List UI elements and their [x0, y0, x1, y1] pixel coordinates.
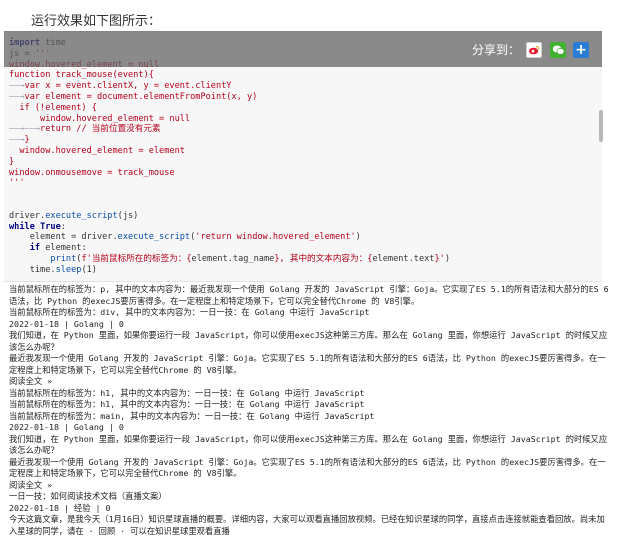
output-line: 当前鼠标所在的标签为：main, 其中的文本内容为：一日一技：在 Golang …	[9, 410, 375, 421]
code-line: ——→——→return // 当前位置没有元素	[9, 124, 602, 135]
code-token: ——→——→	[9, 124, 41, 135]
code-token: }, 其中的文本内容为：{	[274, 253, 373, 264]
weibo-icon[interactable]	[526, 42, 542, 58]
code-token: True	[40, 221, 61, 232]
code-token: f'当前鼠标所在的标签为：{	[81, 253, 192, 264]
code-token: sleep	[55, 264, 82, 275]
code-token: var x = event.clientX, y = event.clientY	[24, 81, 232, 92]
output-line: 今天这篇文章，是我今天（1月16日）知识星球直播的概要。详细内容，大家可以观看直…	[9, 514, 605, 536]
code-token: window.hovered_element = element	[9, 145, 185, 156]
code-line: time.sleep(1)	[9, 265, 602, 276]
output-line: 2022-01-18 | 经验 | 0	[9, 502, 111, 513]
python-code: import timejs = '''window.hovered_elemen…	[4, 32, 602, 276]
output-line: 2022-01-18 | Golang | 0	[9, 318, 124, 329]
code-token: element = driver.	[9, 232, 118, 243]
code-token: )	[355, 232, 361, 243]
code-line: function track_mouse(event){	[9, 70, 602, 81]
more-share-icon[interactable]: +	[573, 42, 589, 58]
output-line: 最近我发现一个使用 Golang 开发的 JavaScript 引擎：Goja。…	[9, 456, 606, 479]
output-line: 当前鼠标所在的标签为：div, 其中的文本内容为：一日一技：在 Golang 中…	[9, 307, 370, 317]
code-token: window.onmousemove = track_mouse	[9, 167, 175, 178]
code-line: ——→}	[9, 135, 602, 146]
code-token: }	[9, 156, 15, 167]
code-token: ——→	[9, 135, 25, 146]
output-line: 当前鼠标所在的标签为：p, 其中的文本内容为：最近我发现一个使用 Golang …	[9, 284, 609, 306]
share-label: 分享到：	[472, 43, 521, 57]
code-line: driver.execute_script(js)	[9, 211, 602, 222]
code-line: while True:	[9, 222, 602, 233]
code-token: execute_script	[45, 210, 118, 221]
code-token: print	[50, 253, 77, 264]
code-line: if element:	[9, 243, 602, 254]
code-token: )	[444, 253, 451, 264]
code-token: element:	[40, 243, 87, 254]
code-token: element.tag_name	[191, 253, 275, 264]
code-line: window.onmousemove = track_mouse	[9, 168, 602, 179]
output-line: 我们知道，在 Python 里面，如果你要运行一段 JavaScript，你可以…	[9, 330, 608, 352]
code-token: ——→	[9, 81, 25, 92]
code-line: element = driver.execute_script('return …	[9, 232, 602, 243]
code-token: execute_script	[117, 232, 191, 243]
code-token: if	[29, 243, 41, 254]
output-line: 阅读全文 »	[9, 376, 53, 386]
code-line: print(f'当前鼠标所在的标签为：{element.tag_name}, 其…	[9, 254, 602, 265]
code-token: }'	[434, 253, 445, 264]
code-token: while	[9, 221, 35, 232]
console-output: 当前鼠标所在的标签为：p, 其中的文本内容为：最近我发现一个使用 Golang …	[9, 284, 609, 537]
share-bar: 分享到： +	[4, 31, 602, 67]
code-line: }	[9, 157, 602, 168]
code-line: window.hovered_element = null	[9, 114, 602, 125]
output-line: 当前鼠标所在的标签为：h1, 其中的文本内容为：一日一技：在 Golang 中运…	[9, 399, 365, 409]
code-token: function track_mouse(event){	[9, 70, 154, 81]
code-token: :	[60, 221, 66, 232]
wechat-icon[interactable]	[550, 42, 566, 58]
code-token: time.	[9, 264, 56, 275]
code-line: ——→var x = event.clientX, y = event.clie…	[9, 81, 602, 92]
output-line: 当前鼠标所在的标签为：h1, 其中的文本内容为：一日一技：在 Golang 中运…	[9, 387, 365, 398]
code-token: 'return window.hovered_element'	[195, 232, 356, 243]
code-token: }	[24, 135, 30, 146]
scrollbar[interactable]	[599, 110, 603, 142]
intro-text: 运行效果如下图所示：	[31, 14, 162, 29]
output-line: 一日一技：如何阅读技术文档（直播文案）	[9, 491, 167, 501]
code-line: '''	[9, 178, 602, 189]
code-line: window.hovered_element = element	[9, 146, 602, 157]
output-line: 我们知道，在 Python 里面，如果你要运行一段 JavaScript，你可以…	[9, 433, 608, 456]
code-line: if (!element) {	[9, 103, 602, 114]
code-token: ——→	[9, 91, 25, 102]
code-token: (js)	[117, 210, 139, 221]
output-line: 2022-01-18 | Golang | 0	[9, 422, 124, 432]
code-token: var element = document.elementFromPoint(…	[24, 91, 258, 102]
code-block: import timejs = '''window.hovered_elemen…	[4, 31, 602, 282]
code-token: if (!element) {	[9, 102, 97, 113]
code-token: element.text	[372, 253, 435, 264]
code-token: '''	[9, 178, 25, 189]
output-line: 阅读全文 »	[9, 479, 53, 490]
code-line: ——→var element = document.elementFromPoi…	[9, 92, 602, 103]
code-token: window.hovered_element = null	[9, 113, 191, 124]
code-token: return // 当前位置没有元素	[40, 124, 161, 135]
code-token: (1)	[81, 264, 97, 275]
output-line: 最近我发现一个使用 Golang 开发的 JavaScript 引擎：Goja。…	[9, 353, 606, 375]
code-token: driver.	[9, 210, 46, 221]
